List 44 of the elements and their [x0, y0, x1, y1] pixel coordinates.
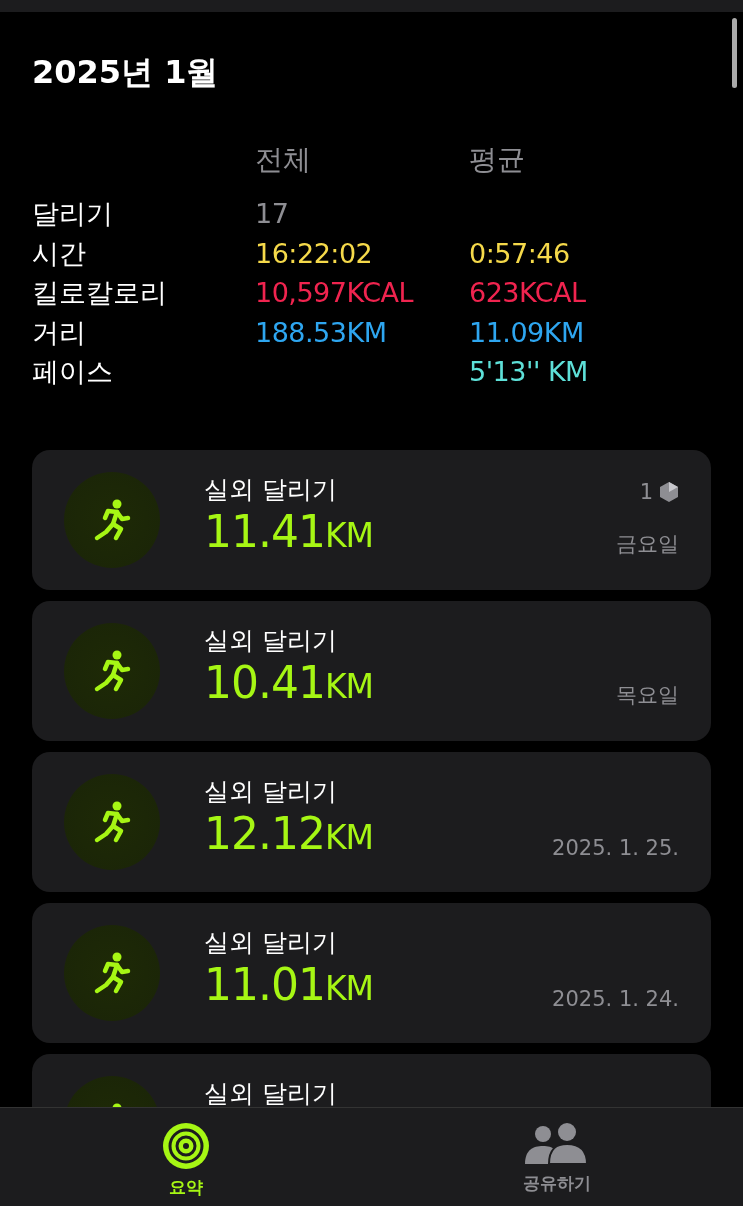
workout-distance: 10.41KM	[204, 656, 375, 710]
workout-date: 2025. 1. 25.	[552, 835, 679, 860]
stat-total: 16:22:02	[255, 236, 374, 271]
stat-label: 거리	[32, 315, 87, 350]
workout-date: 금요일	[616, 530, 679, 558]
workout-distance: 12.12KM	[204, 807, 375, 861]
workout-card[interactable]: 실외 달리기 11.01KM 2025. 1. 24.	[32, 902, 711, 1043]
workout-card[interactable]: 실외 달리기 11.41KM 1 금요일	[32, 449, 711, 590]
stat-average: 0:57:46	[469, 236, 571, 271]
stat-label: 달리기	[32, 197, 114, 231]
stat-average: 11.09KM	[469, 315, 585, 350]
rings-icon	[161, 1122, 210, 1170]
hexagon-badge-icon	[659, 480, 679, 503]
column-header: 평균	[469, 142, 526, 178]
running-figure-icon	[92, 497, 132, 542]
workout-date: 2025. 1. 24.	[552, 986, 679, 1011]
workout-title: 실외 달리기	[204, 926, 338, 959]
tab[interactable]: 요약	[0, 1108, 372, 1206]
stat-average: 623KCAL	[469, 276, 587, 310]
workout-card[interactable]: 실외 달리기 10.41KM 목요일	[32, 600, 711, 741]
stat-average: 5'13'' KM	[469, 355, 589, 389]
award-count: 1	[639, 479, 653, 504]
month-title: 2025년 1월	[32, 52, 220, 92]
stat-total: 10,597KCAL	[255, 276, 415, 310]
running-figure-icon	[92, 648, 132, 693]
workout-title: 실외 달리기	[204, 1077, 338, 1107]
workout-title: 실외 달리기	[204, 775, 338, 808]
workout-date: 목요일	[616, 681, 679, 709]
workout-card[interactable]: 실외 달리기	[32, 1053, 711, 1107]
stat-total: 17	[255, 197, 290, 231]
running-figure-icon	[92, 799, 132, 844]
column-header: 전체	[255, 142, 312, 178]
tab[interactable]: 공유하기	[371, 1108, 743, 1206]
workout-distance: 11.41KM	[204, 505, 375, 559]
running-figure-icon	[92, 950, 132, 995]
stat-label: 시간	[32, 236, 87, 271]
stat-label: 킬로칼로리	[32, 276, 168, 310]
stat-label: 페이스	[32, 355, 114, 389]
workout-title: 실외 달리기	[204, 624, 338, 657]
stat-total: 188.53KM	[255, 315, 388, 350]
scrollbar	[732, 18, 737, 88]
workout-card[interactable]: 실외 달리기 12.12KM 2025. 1. 25.	[32, 751, 711, 892]
workout-distance: 11.01KM	[204, 958, 375, 1012]
workout-title: 실외 달리기	[204, 473, 338, 506]
